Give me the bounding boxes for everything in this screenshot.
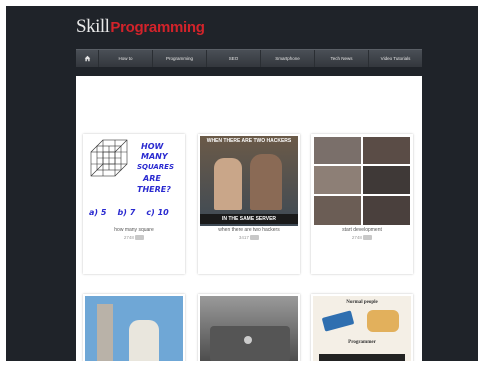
comic-panel (313, 136, 362, 165)
post-thumbnail[interactable] (85, 296, 183, 361)
post-card[interactable]: Normal people Programmer (311, 294, 413, 361)
post-views: 3417 (238, 235, 249, 240)
image-top-caption: Normal people (346, 300, 378, 305)
nav-item-seo[interactable]: SEO (206, 50, 260, 67)
image-text-many: MANY (141, 152, 168, 161)
nav-home[interactable] (76, 50, 98, 67)
post-title[interactable]: when there are two hackers (198, 227, 300, 233)
comic-panel (313, 165, 362, 195)
nav-item-how-to[interactable]: How to (98, 50, 152, 67)
cartoon-tower (97, 304, 113, 361)
image-bottom-caption: IN THE SAME SERVER (200, 214, 298, 224)
post-meta: 2748 ​ (311, 235, 413, 240)
nav-item-programming[interactable]: Programming (152, 50, 206, 67)
post-thumbnail[interactable] (313, 136, 411, 226)
comic-panel (362, 195, 411, 226)
main-nav: How to Programming SEO Smartphone Tech N… (76, 49, 422, 67)
image-text-squares: SQUARES (137, 163, 174, 171)
comic-panel (362, 136, 411, 165)
post-thumbnail[interactable]: WHEN THERE ARE TWO HACKERS IN THE SAME S… (200, 136, 298, 226)
post-card[interactable]: start development 2748 ​ (311, 134, 413, 274)
post-tag-badge: ​ (135, 235, 145, 240)
post-card[interactable]: HOW MANY SQUARES ARE THERE? a) 5 b) 7 c)… (83, 134, 185, 274)
nav-item-tech-news[interactable]: Tech News (314, 50, 368, 67)
image-bottom-caption: Programmer (348, 340, 376, 345)
person-right (250, 154, 282, 210)
image-top-caption: WHEN THERE ARE TWO HACKERS (206, 138, 292, 144)
post-card[interactable] (198, 294, 300, 361)
person-left (214, 158, 242, 210)
post-tag-badge: ​ (363, 235, 373, 240)
nav-item-video-tutorials[interactable]: Video Tutorials (368, 50, 422, 67)
site-logo[interactable]: Skill Programming (76, 16, 205, 38)
post-title[interactable]: start development (311, 227, 413, 233)
snack-bread (367, 310, 399, 332)
post-meta: 3417 ​ (198, 235, 300, 240)
cartoon-character (129, 320, 159, 361)
nav-item-smartphone[interactable]: Smartphone (260, 50, 314, 67)
image-text-there: THERE? (137, 185, 171, 194)
image-text-answers: a) 5 b) 7 c) 10 (89, 208, 169, 217)
image-text-how: HOW (141, 142, 164, 151)
home-icon (84, 55, 90, 62)
machine-surface (210, 326, 290, 361)
main-content: HOW MANY SQUARES ARE THERE? a) 5 b) 7 c)… (76, 76, 422, 361)
comic-panel (362, 165, 411, 195)
logo-word-programming: Programming (110, 19, 205, 36)
post-tag-badge: ​ (250, 235, 260, 240)
machine-knob (244, 336, 252, 344)
post-card[interactable]: WHEN THERE ARE TWO HACKERS IN THE SAME S… (198, 134, 300, 274)
post-thumbnail[interactable]: HOW MANY SQUARES ARE THERE? a) 5 b) 7 c)… (85, 136, 183, 226)
logo-word-skill: Skill (76, 16, 110, 37)
dark-strip (319, 354, 405, 361)
comic-panel (313, 195, 362, 226)
post-title[interactable]: how many square (83, 227, 185, 233)
post-thumbnail[interactable] (200, 296, 298, 361)
post-meta: 2748 ​ (83, 235, 185, 240)
post-views: 2748 (351, 235, 362, 240)
post-card[interactable] (83, 294, 185, 361)
post-thumbnail[interactable]: Normal people Programmer (313, 296, 411, 361)
image-text-are: ARE (143, 174, 161, 183)
post-views: 2748 (123, 235, 134, 240)
browser-viewport: Skill Programming How to Programming SEO… (6, 6, 478, 361)
snack-bar (321, 310, 355, 332)
